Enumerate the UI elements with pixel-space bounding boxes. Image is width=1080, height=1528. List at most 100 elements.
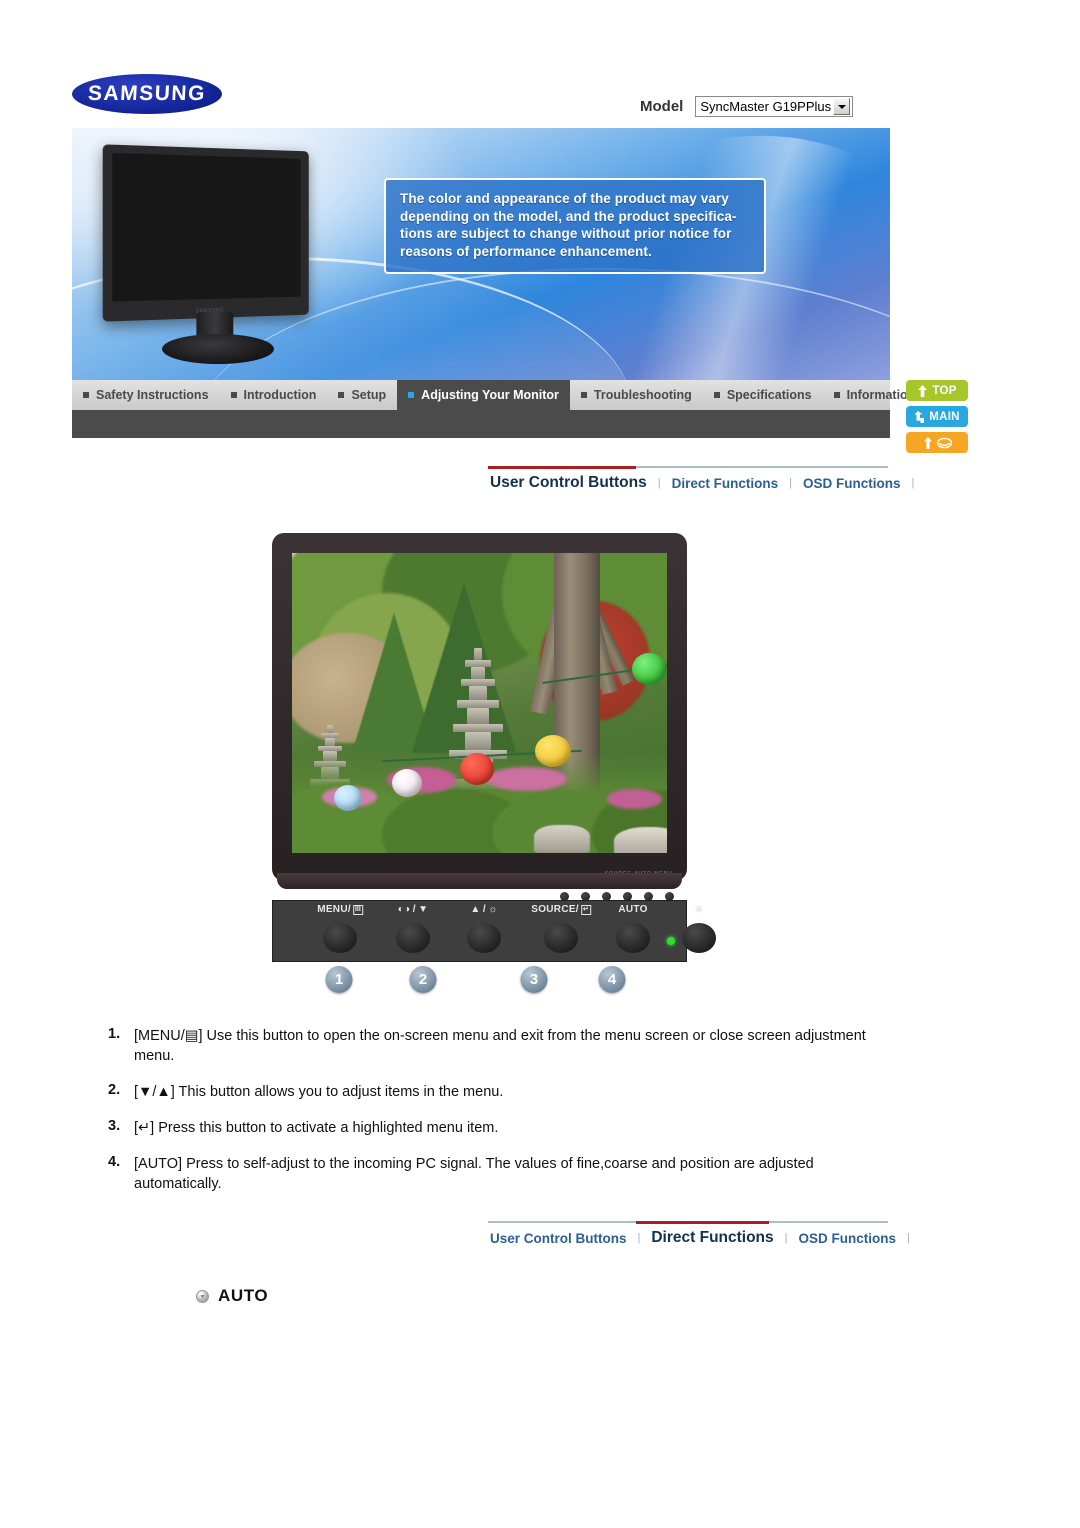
nav-item-label: Adjusting Your Monitor bbox=[421, 388, 559, 402]
up-button[interactable] bbox=[467, 923, 501, 953]
blue-lantern bbox=[334, 785, 362, 811]
power-led-indicator bbox=[667, 937, 675, 945]
samsung-logo: SAMSUNG bbox=[72, 74, 222, 114]
nav-item-introduction[interactable]: Introduction bbox=[220, 380, 328, 410]
list-item: 3. [↵] Press this button to activate a h… bbox=[108, 1118, 890, 1138]
arrow-up-mouth-icon bbox=[936, 437, 952, 449]
bullet-arrow-icon bbox=[196, 1289, 209, 1303]
tabstrip-active-marker bbox=[636, 1221, 769, 1224]
list-item: 4. [AUTO] Press to self-adjust to the in… bbox=[108, 1154, 890, 1194]
bullet-square-icon bbox=[338, 392, 345, 398]
bullet-square-icon bbox=[408, 392, 415, 398]
instruction-number: 2. bbox=[108, 1082, 121, 1098]
main-button[interactable]: MAIN bbox=[906, 406, 968, 427]
list-item: 1. [MENU/▤] Use this button to open the … bbox=[108, 1026, 890, 1066]
callout-number-1: 1 bbox=[325, 966, 353, 993]
instruction-number: 1. bbox=[108, 1026, 121, 1042]
green-lantern bbox=[632, 653, 666, 685]
model-dropdown[interactable]: SyncMaster G19PPlus bbox=[695, 96, 854, 117]
nav-item-troubleshooting[interactable]: Troubleshooting bbox=[570, 380, 703, 410]
instruction-number: 4. bbox=[108, 1154, 121, 1170]
source-enter-button[interactable] bbox=[544, 923, 578, 953]
tab-direct-functions[interactable]: Direct Functions bbox=[670, 476, 781, 491]
auto-section-title: AUTO bbox=[218, 1286, 269, 1305]
tabstrip-bottom-tabs: User Control Buttons | Direct Functions … bbox=[488, 1229, 919, 1247]
nav-item-label: Setup bbox=[351, 388, 387, 402]
tab-direct-functions[interactable]: Direct Functions bbox=[649, 1229, 775, 1247]
arrow-up-icon bbox=[923, 436, 933, 449]
nav-item-safety-instructions[interactable]: Safety Instructions bbox=[72, 380, 220, 410]
monitor-stand-lip bbox=[277, 873, 682, 901]
list-item: 2. [▼/▲] This button allows you to adjus… bbox=[108, 1082, 890, 1102]
source-enter-button-label: SOURCE/↵ bbox=[531, 904, 591, 915]
tabstrip-active-marker bbox=[488, 466, 636, 469]
menu-button[interactable] bbox=[323, 923, 357, 953]
bookmark-button[interactable] bbox=[906, 432, 968, 453]
callout-number-3: 3 bbox=[520, 966, 548, 993]
callout-number-2: 2 bbox=[409, 966, 437, 993]
auto-section-heading: AUTO bbox=[196, 1286, 268, 1306]
power-button[interactable] bbox=[682, 923, 716, 953]
nav-item-label: Safety Instructions bbox=[96, 388, 209, 402]
tabstrip-bottom: User Control Buttons | Direct Functions … bbox=[488, 1221, 910, 1255]
instruction-text: [▼/▲] This button allows you to adjust i… bbox=[134, 1084, 504, 1100]
red-lantern bbox=[460, 753, 494, 785]
nav-item-label: Troubleshooting bbox=[593, 388, 692, 402]
product-notice-callout: The color and appearance of the product … bbox=[384, 178, 766, 274]
model-label: Model bbox=[640, 98, 684, 115]
menu-button-label: MENU/III bbox=[317, 904, 363, 915]
auto-button-label: AUTO bbox=[618, 904, 648, 915]
down-button[interactable] bbox=[396, 923, 430, 953]
garden-stone bbox=[614, 827, 667, 853]
arrow-up-icon bbox=[917, 384, 928, 397]
nav-item-label: Introduction bbox=[243, 388, 317, 402]
product-monitor-bezel: SAMSUNG bbox=[102, 144, 309, 322]
white-lantern bbox=[392, 769, 422, 797]
tab-user-control-buttons[interactable]: User Control Buttons bbox=[488, 474, 649, 492]
side-shortcut-buttons: TOP MAIN bbox=[906, 380, 968, 453]
instruction-text: [MENU/▤] Use this button to open the on-… bbox=[134, 1028, 866, 1064]
callout-number-4: 4 bbox=[598, 966, 626, 993]
bullet-square-icon bbox=[580, 392, 587, 398]
callout-number-circles: 1 2 3 4 bbox=[272, 966, 687, 1000]
product-monitor-base bbox=[162, 334, 274, 364]
monitor-body: SOURCE AUTO MENU bbox=[272, 533, 687, 881]
tab-separator: | bbox=[637, 1232, 641, 1244]
nav-item-specifications[interactable]: Specifications bbox=[703, 380, 823, 410]
model-selected-value: SyncMaster G19PPlus bbox=[700, 99, 832, 114]
auto-button[interactable] bbox=[616, 923, 650, 953]
instruction-text: [↵] Press this button to activate a high… bbox=[134, 1120, 499, 1136]
tab-osd-functions[interactable]: OSD Functions bbox=[801, 476, 903, 491]
logo-text: SAMSUNG bbox=[87, 82, 207, 105]
tab-separator: | bbox=[907, 1232, 910, 1244]
garden-stone bbox=[534, 825, 590, 853]
nav-item-adjusting-your-monitor[interactable]: Adjusting Your Monitor bbox=[397, 380, 570, 410]
nav-item-setup[interactable]: Setup bbox=[327, 380, 397, 410]
top-button[interactable]: TOP bbox=[906, 380, 968, 401]
tab-separator: | bbox=[911, 477, 915, 489]
section-navbar: Safety Instructions Introduction Setup Adju… bbox=[72, 380, 915, 410]
hero-banner: SAMSUNG The color and appearance of the … bbox=[72, 128, 890, 380]
instruction-text: [AUTO] Press to self-adjust to the incom… bbox=[134, 1156, 814, 1192]
top-button-label: TOP bbox=[932, 384, 957, 397]
monitor-screen-photo bbox=[292, 553, 667, 853]
product-monitor-screen bbox=[112, 152, 301, 302]
bullet-square-icon bbox=[83, 392, 89, 398]
tab-osd-functions[interactable]: OSD Functions bbox=[797, 1231, 899, 1246]
product-monitor-image: SAMSUNG bbox=[100, 144, 328, 364]
tab-user-control-buttons[interactable]: User Control Buttons bbox=[488, 1231, 629, 1246]
tabstrip-top-tabs: User Control Buttons | Direct Functions … bbox=[488, 474, 923, 492]
tab-separator: | bbox=[784, 1232, 788, 1244]
up-brightness-button-label: ▲ / ☼ bbox=[470, 904, 498, 915]
power-button-label: ⎈ bbox=[694, 904, 704, 915]
chevron-down-icon[interactable] bbox=[833, 98, 851, 115]
flower-cluster bbox=[487, 767, 567, 791]
control-panel-labels: MENU/III ◐◑ / ▼ ▲ / ☼ SOURCE/↵ AUTO ⎈ bbox=[273, 904, 703, 922]
instruction-number: 3. bbox=[108, 1118, 121, 1134]
bullet-square-icon bbox=[230, 392, 237, 398]
flower-cluster bbox=[607, 789, 662, 809]
tab-separator: | bbox=[657, 477, 661, 489]
model-selector-row: Model SyncMaster G19PPlus bbox=[640, 96, 854, 117]
instruction-list: 1. [MENU/▤] Use this button to open the … bbox=[108, 1026, 890, 1210]
yellow-lantern bbox=[535, 735, 571, 767]
